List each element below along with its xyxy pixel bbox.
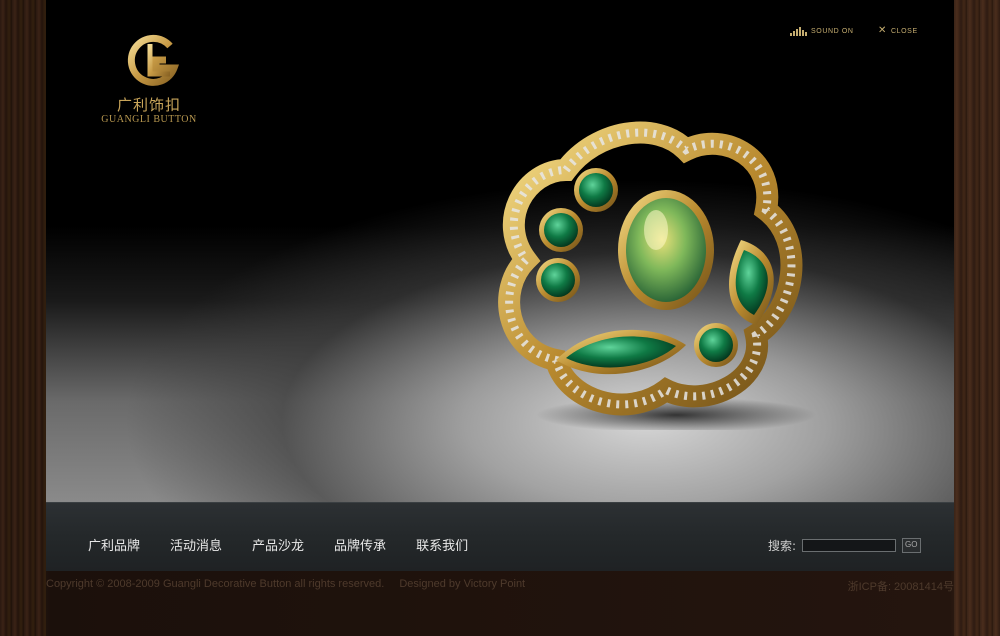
sound-label: SOUND ON xyxy=(811,28,854,35)
nav-item-brand[interactable]: 广利品牌 xyxy=(88,535,140,554)
main-nav: 广利品牌 活动消息 产品沙龙 品牌传承 联系我们 xyxy=(88,535,468,554)
copyright-text: Copyright © 2008-2009 Guangli Decorative… xyxy=(46,578,385,590)
nav-item-news[interactable]: 活动消息 xyxy=(170,535,222,554)
nav-item-contact[interactable]: 联系我们 xyxy=(416,535,468,554)
designer-credit[interactable]: Designed by Victory Point xyxy=(399,578,525,590)
brand-logo[interactable]: 广利饰扣 GUANGLI BUTTON xyxy=(101,30,251,130)
equalizer-icon xyxy=(790,27,807,36)
gl-logo-icon xyxy=(127,34,180,86)
search-bar: 搜索: GO xyxy=(768,537,921,554)
brand-name-cn: 广利饰扣 xyxy=(116,96,181,114)
nav-item-products[interactable]: 产品沙龙 xyxy=(252,535,304,554)
brand-name-en: GUANGLI BUTTON xyxy=(101,114,197,125)
search-go-button[interactable]: GO xyxy=(902,538,921,553)
wood-frame-right xyxy=(954,0,1000,636)
bottom-nav-bar: 广利品牌 活动消息 产品沙龙 品牌传承 联系我们 搜索: GO xyxy=(46,502,954,571)
footer-icp: 浙ICP备: 20081414号 xyxy=(847,581,954,593)
close-label: CLOSE xyxy=(890,27,918,35)
search-input[interactable] xyxy=(802,539,897,552)
brooch-image xyxy=(498,121,816,430)
close-button[interactable]: ✕ CLOSE xyxy=(878,25,918,36)
hero-stage: 广利饰扣 GUANGLI BUTTON SOUND ON ✕ CLOSE xyxy=(46,0,954,502)
footer-copyright: Copyright © 2008-2009 Guangli Decorative… xyxy=(46,578,537,590)
wood-frame-left xyxy=(0,0,46,636)
sound-toggle[interactable]: SOUND ON xyxy=(790,27,854,36)
close-icon: ✕ xyxy=(878,25,887,36)
nav-item-heritage[interactable]: 品牌传承 xyxy=(334,535,386,554)
search-label: 搜索: xyxy=(768,539,797,553)
